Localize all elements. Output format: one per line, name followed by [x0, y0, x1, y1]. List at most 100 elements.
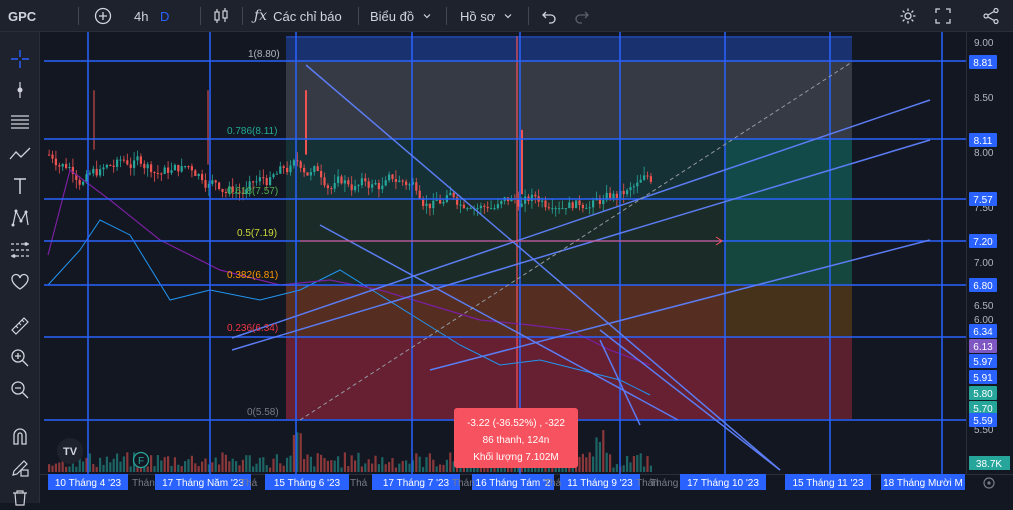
candle-body — [347, 180, 349, 184]
candle-body — [378, 183, 380, 189]
volume-bar — [303, 459, 305, 472]
candle-body — [517, 199, 519, 207]
candle-body — [126, 160, 128, 164]
cursor-tool[interactable] — [8, 78, 32, 102]
candle-body — [289, 166, 291, 173]
candle-body — [303, 168, 305, 172]
horizontal-lines-tool[interactable] — [8, 110, 32, 134]
volume-bar — [609, 454, 611, 472]
candle-body — [340, 176, 342, 183]
volume-bar — [476, 468, 478, 472]
trendline-tool[interactable] — [8, 142, 32, 166]
volume-bar — [245, 455, 247, 472]
symbol-search[interactable]: GPC — [8, 0, 36, 32]
candle-body — [578, 200, 580, 205]
magnet-icon — [10, 426, 30, 446]
crosshair-tool[interactable] — [8, 47, 32, 71]
compare-button[interactable] — [94, 0, 112, 32]
zoom-out-tool[interactable] — [8, 378, 32, 402]
text-tool[interactable] — [8, 174, 32, 198]
ruler-tool[interactable] — [8, 314, 32, 338]
earnings-marker[interactable]: F — [134, 453, 149, 468]
volume-bar — [361, 466, 363, 472]
candle-body — [374, 183, 376, 184]
candle-body — [160, 174, 162, 175]
volume-bar — [395, 468, 397, 472]
profile-menu-button[interactable]: Hồ sơ — [460, 0, 513, 32]
volume-bar — [646, 456, 648, 472]
time-label: Tháng — [650, 478, 678, 489]
fib-tool[interactable] — [8, 238, 32, 262]
interval-button[interactable]: 4h — [134, 0, 148, 32]
price-tick: 8.50 — [974, 93, 994, 104]
volume-bar — [606, 453, 608, 472]
pattern-icon — [10, 208, 30, 228]
candle-body — [483, 206, 485, 207]
volume-bar — [323, 458, 325, 472]
time-label: 15 Tháng 11 '23 — [792, 478, 863, 489]
lock-drawing-tool[interactable] — [8, 456, 32, 480]
candle-body — [191, 166, 193, 170]
volume-bar — [92, 464, 94, 472]
volume-bar — [201, 462, 203, 472]
volume-bar — [48, 464, 50, 472]
candle-body — [123, 160, 125, 161]
candle-body — [500, 201, 502, 204]
candle-body — [55, 159, 57, 166]
remove-drawings-tool[interactable] — [8, 486, 32, 510]
volume-bar — [388, 462, 390, 472]
measure-volume: Khối lượng 7.102M — [454, 449, 578, 466]
volume-bar — [575, 468, 577, 472]
volume-bar — [391, 458, 393, 472]
favorites-tool[interactable] — [8, 270, 32, 294]
divider — [200, 7, 201, 25]
volume-bar — [381, 457, 383, 472]
volume-bar — [153, 466, 155, 472]
share-button[interactable] — [982, 0, 1000, 32]
interval-extra-label: D — [160, 9, 169, 24]
interval-favorite-d[interactable]: D — [160, 0, 169, 32]
volume-bar — [374, 456, 376, 472]
price-axis[interactable]: 9.00 8.50 8.00 7.50 7.00 6.50 6.00 5.50 … — [967, 32, 1013, 474]
candle-body — [422, 199, 424, 206]
volume-bar — [585, 457, 587, 472]
time-axis[interactable]: 10 Tháng 4 '2317 Tháng Năm '2315 Tháng 6… — [40, 474, 1013, 503]
undo-button[interactable] — [541, 0, 557, 32]
zoom-in-icon — [10, 348, 30, 368]
redo-button[interactable] — [574, 0, 590, 32]
fullscreen-button[interactable] — [935, 0, 951, 32]
volume-bar — [279, 463, 281, 472]
zoom-in-tool[interactable] — [8, 346, 32, 370]
candle-body — [279, 166, 281, 173]
candle-body — [310, 172, 312, 175]
volume-bar — [589, 452, 591, 472]
time-label: 11 Tháng 9 '23 — [567, 478, 633, 489]
candle-body — [130, 164, 132, 168]
volume-bar — [68, 466, 70, 472]
candle-body — [354, 186, 356, 190]
chart-menu-button[interactable]: Biểu đồ — [370, 0, 432, 32]
redo-icon — [574, 8, 590, 24]
volume-bar — [119, 462, 121, 472]
candle-body — [592, 200, 594, 207]
indicators-button[interactable]: ƒx Các chỉ báo — [254, 0, 342, 32]
candle-body — [612, 194, 614, 199]
candle-body — [493, 208, 495, 209]
tradingview-logo[interactable]: TV — [57, 438, 83, 464]
candle-body — [351, 184, 353, 190]
fullscreen-icon — [935, 8, 951, 24]
settings-button[interactable] — [899, 0, 917, 32]
candle-body — [48, 155, 50, 156]
pattern-tool[interactable] — [8, 206, 32, 230]
volume-bar — [636, 455, 638, 472]
volume-bar — [300, 433, 302, 472]
candle-body — [640, 180, 642, 183]
candle-body — [177, 165, 179, 172]
candle-body — [133, 160, 135, 168]
target-zone — [286, 36, 852, 61]
magnet-tool[interactable] — [8, 424, 32, 448]
chart-type-button[interactable] — [212, 0, 230, 32]
chart-menu-label: Biểu đồ — [370, 9, 414, 24]
volume-bar — [425, 457, 427, 472]
candle-body — [272, 174, 274, 177]
